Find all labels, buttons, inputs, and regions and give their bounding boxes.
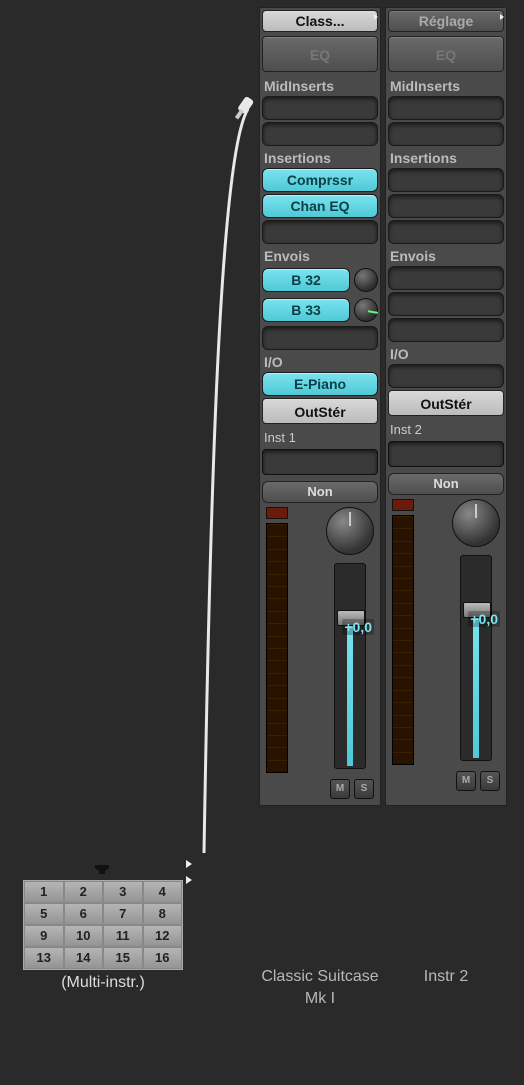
multi-slot-9[interactable]: 9 [24,925,64,947]
input-slot[interactable]: E-Piano [262,372,378,396]
multi-instrument: 1 2 3 4 5 6 7 8 9 10 11 12 13 14 15 16 (… [23,862,183,992]
multi-slot-1[interactable]: 1 [24,881,64,903]
db-readout: +0,0 [342,619,374,635]
input-slot[interactable] [388,364,504,388]
solo-button[interactable]: S [354,779,374,799]
io-label: I/O [388,344,504,362]
preset-popup-icon[interactable] [374,14,378,20]
anvil-icon [93,862,113,876]
insertions-label: Insertions [262,148,378,166]
multi-slot-16[interactable]: 16 [143,947,183,969]
insert-slot-3[interactable] [388,220,504,244]
midinserts-label: MidInserts [388,76,504,94]
output-button[interactable]: OutStér [262,398,378,424]
level-meter [266,523,288,773]
send-slot-2[interactable] [388,292,504,316]
cable-arrow-icon [186,860,192,868]
patch-cable [190,93,260,868]
insert-slot-2[interactable] [388,194,504,218]
midinsert-slot[interactable] [388,122,504,146]
channel-strip-2: Réglage EQ MidInserts Insertions Envois … [385,7,507,806]
clip-indicator[interactable] [266,507,288,519]
insert-slot-3[interactable] [262,220,378,244]
multi-slot-7[interactable]: 7 [103,903,143,925]
preset-button[interactable]: Class... [262,10,378,32]
midinserts-label: MidInserts [262,76,378,94]
insert-slot-1[interactable]: Comprssr [262,168,378,192]
mute-button[interactable]: M [456,771,476,791]
multi-slot-15[interactable]: 15 [103,947,143,969]
preset-button[interactable]: Réglage [388,10,504,32]
midinsert-slot[interactable] [262,122,378,146]
instrument-slot[interactable] [262,449,378,475]
instrument-slot[interactable] [388,441,504,467]
multi-slot-5[interactable]: 5 [24,903,64,925]
multi-slot-2[interactable]: 2 [64,881,104,903]
multi-slot-14[interactable]: 14 [64,947,104,969]
volume-fader[interactable] [460,555,492,761]
eq-button[interactable]: EQ [388,36,504,72]
insert-slot-1[interactable] [388,168,504,192]
channel-strip-1: Class... EQ MidInserts Insertions Comprs… [259,7,381,806]
multi-slot-8[interactable]: 8 [143,903,183,925]
envois-label: Envois [262,246,378,264]
send-slot-3[interactable] [388,318,504,342]
send-slot-1[interactable] [388,266,504,290]
volume-fader[interactable] [334,563,366,769]
instrument-label: Inst 2 [388,420,504,439]
instrument-label: Inst 1 [262,428,378,447]
level-meter [392,515,414,765]
send-slot-3[interactable] [262,326,378,350]
group-button[interactable]: Non [262,481,378,503]
envois-label: Envois [388,246,504,264]
multi-slot-13[interactable]: 13 [24,947,64,969]
output-button[interactable]: OutStér [388,390,504,416]
midinsert-slot[interactable] [262,96,378,120]
insert-slot-2[interactable]: Chan EQ [262,194,378,218]
group-button[interactable]: Non [388,473,504,495]
multi-slot-11[interactable]: 11 [103,925,143,947]
multi-slot-10[interactable]: 10 [64,925,104,947]
insertions-label: Insertions [388,148,504,166]
multi-slot-4[interactable]: 4 [143,881,183,903]
db-readout: +0,0 [468,611,500,627]
channel-name-1[interactable]: Classic Suitcase Mk I [259,966,381,1010]
multi-slot-3[interactable]: 3 [103,881,143,903]
preset-popup-icon[interactable] [500,14,504,20]
send-knob-2[interactable] [354,298,378,322]
channel-name-2[interactable]: Instr 2 [385,966,507,1010]
mute-button[interactable]: M [330,779,350,799]
send-slot-1[interactable]: B 32 [262,268,350,292]
clip-indicator[interactable] [392,499,414,511]
pan-knob[interactable] [452,499,500,547]
pan-knob[interactable] [326,507,374,555]
midinsert-slot[interactable] [388,96,504,120]
multi-slot-6[interactable]: 6 [64,903,104,925]
send-knob-1[interactable] [354,268,378,292]
io-label: I/O [262,352,378,370]
solo-button[interactable]: S [480,771,500,791]
cable-arrow-icon [186,876,192,884]
eq-button[interactable]: EQ [262,36,378,72]
send-slot-2[interactable]: B 33 [262,298,350,322]
multi-slot-12[interactable]: 12 [143,925,183,947]
multi-instrument-label: (Multi-instr.) [23,974,183,992]
